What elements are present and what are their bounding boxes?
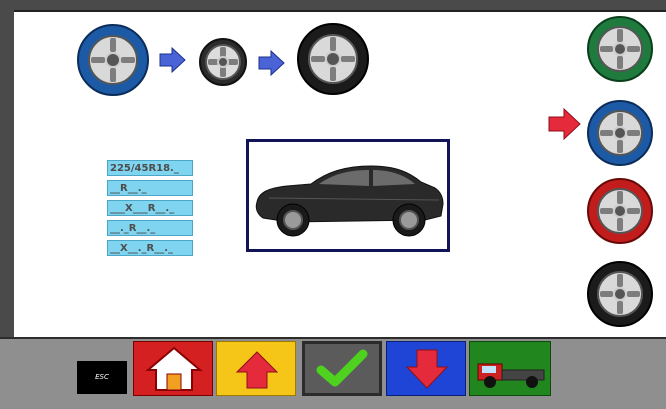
- checkmark-icon: [316, 349, 368, 387]
- home-icon: [145, 346, 203, 391]
- wheel-black-icon[interactable]: [296, 22, 370, 96]
- car-icon: [255, 165, 444, 237]
- tire-size-field-3[interactable]: ___X___R__._: [107, 200, 193, 216]
- wheel-blue-selected-icon[interactable]: [586, 97, 654, 169]
- tire-size-field-4[interactable]: __._R__._: [107, 220, 193, 236]
- tire-size-field-1[interactable]: 225/45R18._: [107, 160, 193, 176]
- truck-icon: [477, 363, 545, 388]
- confirm-button[interactable]: [302, 341, 382, 396]
- home-button[interactable]: [133, 341, 213, 396]
- down-button[interactable]: [386, 341, 466, 396]
- tire-size-list: 225/45R18._ __R__._ ___X___R__._ __._R__…: [107, 160, 195, 260]
- esc-button[interactable]: ESC: [77, 361, 127, 394]
- arrow-right-icon: [548, 108, 581, 140]
- wheel-small-icon[interactable]: [198, 37, 248, 87]
- wheel-red-icon[interactable]: [586, 177, 654, 245]
- wheel-green-icon[interactable]: [586, 15, 654, 83]
- tire-size-field-5[interactable]: __X__._R__._: [107, 240, 193, 256]
- arrow-up-icon: [235, 351, 279, 389]
- wheel-blue-icon[interactable]: [76, 23, 150, 97]
- up-button[interactable]: [216, 341, 296, 396]
- vehicle-button[interactable]: [469, 341, 551, 396]
- arrow-right-icon: [159, 47, 186, 73]
- wheel-black-icon[interactable]: [586, 260, 654, 328]
- arrow-down-icon: [405, 349, 449, 389]
- vehicle-preview: [246, 139, 450, 252]
- tire-size-field-2[interactable]: __R__._: [107, 180, 193, 196]
- arrow-right-icon: [258, 50, 285, 76]
